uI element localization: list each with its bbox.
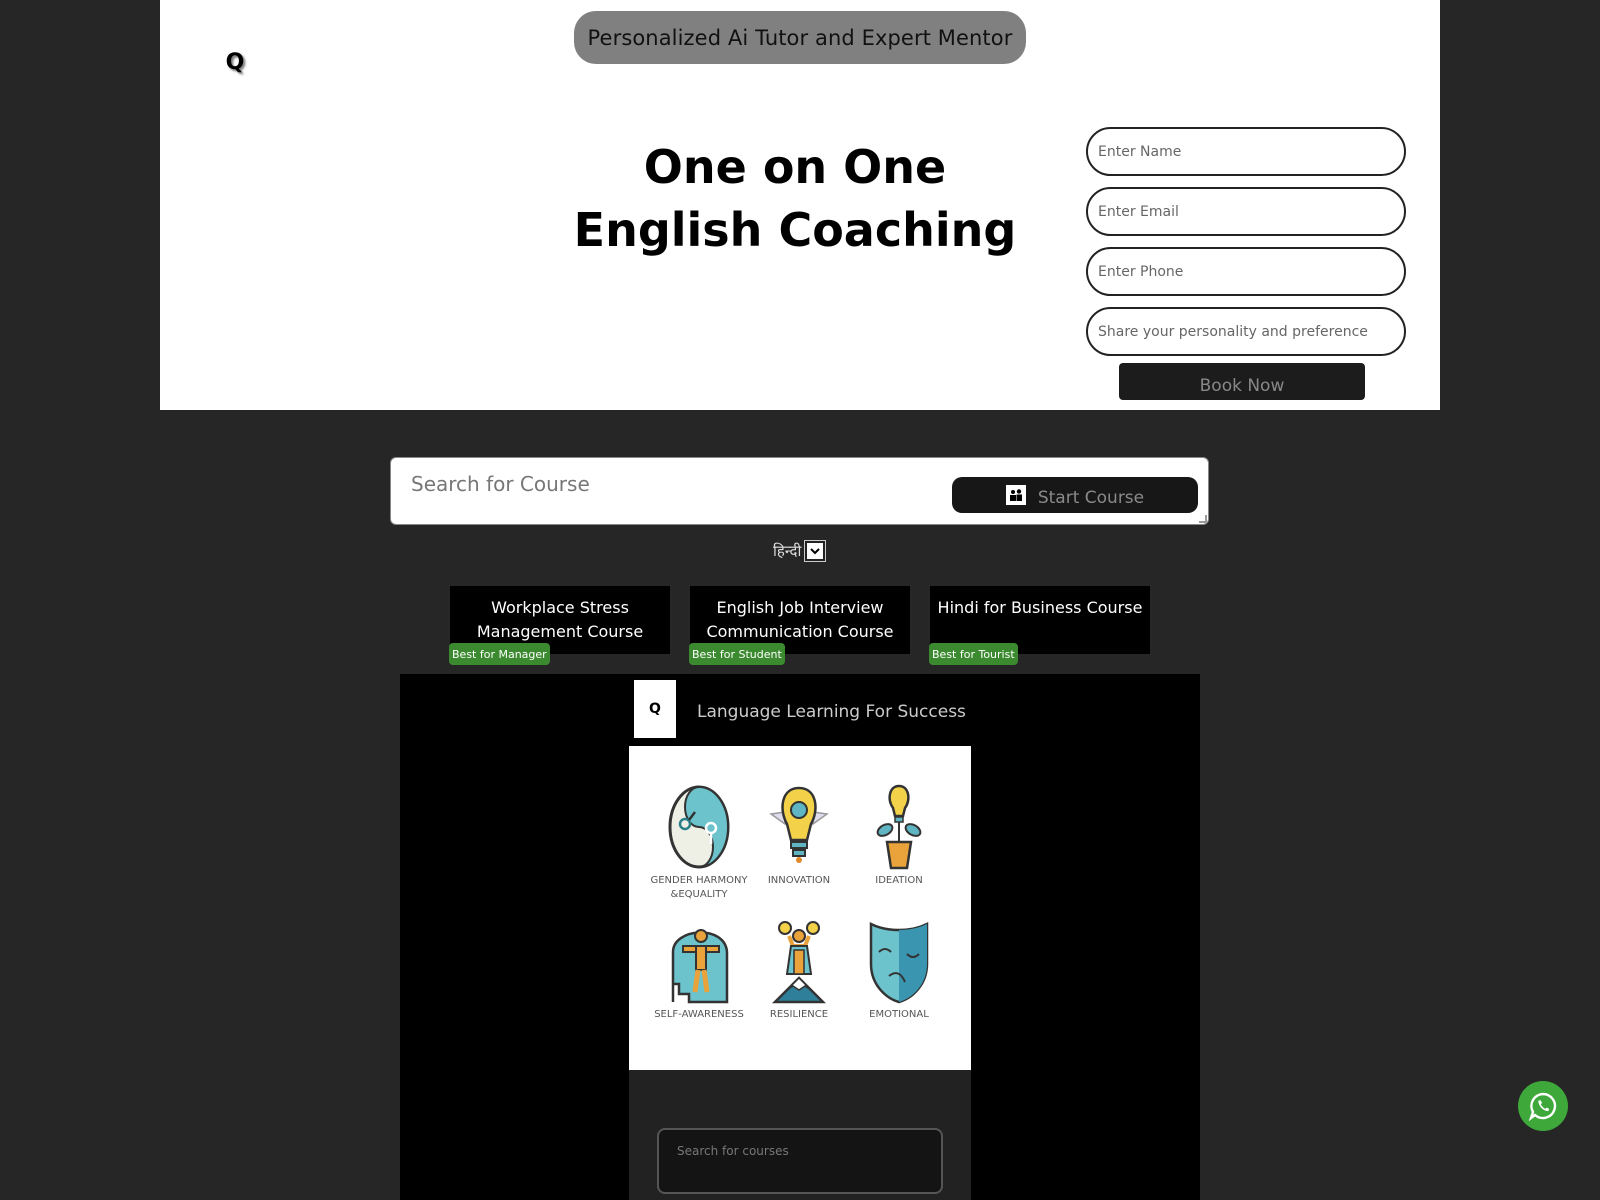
- promo-search-area: [629, 1070, 971, 1200]
- promo-title: Language Learning For Success: [697, 702, 966, 722]
- course-badge: Best for Tourist: [929, 643, 1018, 665]
- resize-grip-icon[interactable]: [1199, 515, 1207, 523]
- mask-icon: [869, 921, 929, 1004]
- language-select[interactable]: हिन्दी: [773, 540, 827, 562]
- course-card-title: English Job Interview Communication Cour…: [706, 598, 894, 641]
- start-course-button[interactable]: Start Course: [952, 477, 1198, 513]
- phone-input[interactable]: [1086, 247, 1406, 296]
- course-badge: Best for Manager: [449, 643, 550, 665]
- promo-panel: Q Language Learning For Success GENDER H…: [400, 674, 1200, 1200]
- hero-heading: One on One English Coaching: [560, 136, 1030, 262]
- skill-item: INNOVATION: [749, 784, 849, 888]
- skill-item: EMOTIONAL: [849, 918, 949, 1022]
- skill-item: RESILIENCE: [749, 918, 849, 1022]
- skill-label: GENDER HARMONY &EQUALITY: [650, 875, 748, 900]
- course-search-bar: Start Course: [390, 457, 1209, 525]
- skills-illustration: GENDER HARMONY &EQUALITY INNOVATION IDEA…: [629, 746, 971, 1070]
- head-person-icon: [671, 929, 729, 1004]
- skill-item: IDEATION: [849, 784, 949, 888]
- skill-item: GENDER HARMONY &EQUALITY: [649, 784, 749, 902]
- chevron-down-icon[interactable]: [804, 540, 827, 562]
- language-selected-label: हिन्दी: [773, 542, 802, 560]
- bulb-plant-icon: [876, 784, 922, 870]
- book-now-button[interactable]: Book Now: [1119, 363, 1365, 400]
- skill-label: INNOVATION: [767, 875, 831, 886]
- tagline-text: Personalized Ai Tutor and Expert Mentor: [587, 25, 1013, 50]
- yin-yang-gender-icon: [668, 785, 730, 869]
- course-search-input[interactable]: [411, 470, 911, 498]
- skill-item: SELF-AWARENESS: [649, 918, 749, 1022]
- name-input[interactable]: [1086, 127, 1406, 176]
- winged-bulb-icon: [769, 786, 829, 863]
- skill-label: EMOTIONAL: [869, 1009, 929, 1020]
- skill-label: RESILIENCE: [769, 1009, 829, 1020]
- whatsapp-chat-button[interactable]: [1518, 1081, 1568, 1131]
- brand-logo-icon[interactable]: Q: [224, 48, 246, 76]
- promo-course-search-input[interactable]: [657, 1128, 943, 1194]
- course-card-title: Workplace Stress Management Course: [476, 598, 644, 641]
- summit-person-icon: [771, 921, 827, 1004]
- preference-input[interactable]: [1086, 307, 1406, 356]
- hero-heading-line2: English Coaching: [573, 203, 1017, 257]
- promo-logo-icon: Q: [634, 680, 676, 738]
- people-icon: [1005, 485, 1026, 505]
- email-input[interactable]: [1086, 187, 1406, 236]
- tagline-pill: Personalized Ai Tutor and Expert Mentor: [574, 11, 1026, 64]
- skill-label: IDEATION: [875, 875, 923, 886]
- course-card-title: Hindi for Business Course: [937, 598, 1143, 617]
- start-course-label: Start Course: [1037, 488, 1145, 508]
- hero-heading-line1: One on One: [643, 140, 947, 194]
- whatsapp-icon: [1528, 1092, 1557, 1121]
- course-badge: Best for Student: [689, 643, 785, 665]
- skill-label: SELF-AWARENESS: [654, 1009, 744, 1020]
